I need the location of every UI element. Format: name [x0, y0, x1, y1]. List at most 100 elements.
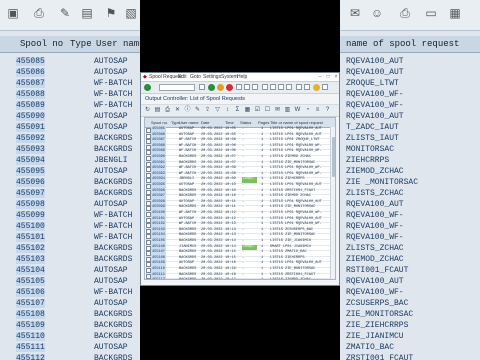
sap-logo-icon: ◆ [143, 74, 147, 80]
bg-spool-number: 455106 [16, 288, 45, 297]
spreadsheet-icon[interactable]: ▥ [284, 107, 291, 114]
background-row-right: ZLISTS_ZCHAC [340, 188, 480, 199]
mail-icon[interactable]: ✉ [274, 107, 281, 114]
print-icon[interactable]: ⎙ [164, 107, 171, 114]
bg-spool-number: 455103 [16, 255, 45, 264]
graphic-icon[interactable]: ◔ [304, 107, 311, 114]
background-row: 455110 BACKGRDS [0, 331, 140, 342]
col-user-name[interactable]: User name [179, 120, 199, 125]
bg-spool-number: 455095 [16, 167, 45, 176]
bg-spool-number: 455094 [16, 156, 45, 165]
table-row[interactable]: 455112 BACKGRDS 20.03.202210:17 - 1 LIST1S ZI… [145, 278, 335, 280]
sap-window: ◆ Spool Request Edit Goto Settings Syste… [140, 72, 340, 286]
filter-icon[interactable]: ▽ [214, 107, 221, 114]
menu-system[interactable]: System [221, 73, 238, 81]
bg-spool-title: ZROQUE_LTWT [346, 79, 399, 88]
menu-edit[interactable]: Edit [178, 73, 187, 81]
help-icon[interactable] [313, 84, 320, 91]
bg-user-name: BACKGRDS [94, 134, 133, 143]
col-date[interactable]: Date [201, 120, 209, 125]
col-title[interactable]: Title or name of spool request [270, 120, 323, 125]
background-row-right: RQEVA100_WF- [340, 89, 480, 100]
close-icon[interactable]: × [333, 74, 339, 80]
background-row: 455100 WF-BATCH [0, 221, 140, 232]
background-row-right: ZRSTI001_FCAUT [340, 353, 480, 360]
word-icon[interactable]: W [294, 107, 301, 114]
vertical-scrollbar[interactable] [330, 127, 335, 279]
bg-user-name: AUTOSAP [94, 68, 128, 77]
background-row-right: ZIEMOD_ZCHAC [340, 166, 480, 177]
bg-spool-title: ZLISTS_ZCHAC [346, 244, 404, 253]
bg-user-name: BACKGRDS [94, 321, 133, 330]
enter-icon[interactable] [144, 84, 151, 91]
bg-spool-title: RQEVA100_WF- [346, 222, 404, 231]
bg-spool-title: ZLISTS_ZCHAC [346, 189, 404, 198]
spool-number[interactable]: 455112 [151, 278, 166, 279]
row-select-checkbox[interactable] [146, 279, 151, 280]
col-spool-no[interactable]: Spool no. [151, 120, 168, 125]
background-row: 455092 BACKGRDS [0, 133, 140, 144]
background-row-right: RQEVA100_AUT [340, 276, 480, 287]
first-page-icon[interactable] [262, 84, 268, 90]
bg-spool-title: ZMATIO_BAC [346, 343, 395, 352]
background-row: 455085 AUTOSAP [0, 56, 140, 67]
mail-icon: ✉ [349, 6, 361, 20]
col-status[interactable]: Status [240, 120, 251, 125]
export-icon[interactable]: ⇪ [204, 107, 211, 114]
delete-icon[interactable]: ✕ [174, 107, 181, 114]
details-icon[interactable]: ⓘ [184, 107, 191, 114]
menu-spool-request[interactable]: Spool Request [149, 73, 182, 81]
background-row-right: RQEVA100_WF- [340, 221, 480, 232]
background-column-header-right: name of spool request [340, 36, 480, 53]
cancel-icon[interactable] [226, 84, 233, 91]
scrollbar-thumb[interactable] [331, 137, 335, 177]
background-row-right: ZIEMOD_ZCHAC [340, 254, 480, 265]
bg-col-spool: Spool no [20, 39, 64, 49]
date: 20.03.2022 [201, 278, 223, 279]
menu-settings[interactable]: Settings [203, 73, 221, 81]
next-page-icon[interactable] [278, 84, 284, 90]
time: 10:17 [225, 278, 236, 279]
background-row-right: ZMATIO_BAC [340, 342, 480, 353]
select-all-icon[interactable]: ☑ [254, 107, 261, 114]
col-pages[interactable]: Pages [258, 120, 269, 125]
new-session-icon[interactable] [296, 84, 302, 90]
bg-user-name: AUTOSAP [94, 57, 128, 66]
customize-icon[interactable] [322, 84, 328, 90]
last-page-icon[interactable] [286, 84, 292, 90]
minimize-icon[interactable]: – [317, 74, 323, 80]
command-field[interactable] [159, 84, 195, 91]
bg-spool-number: 455104 [16, 266, 45, 275]
info-icon[interactable]: ? [324, 107, 331, 114]
maximize-icon[interactable]: □ [325, 74, 331, 80]
display-icon[interactable]: ▤ [154, 107, 161, 114]
bg-user-name: WF-BATCH [94, 79, 133, 88]
bg-spool-title: RQEVA100_WF- [346, 211, 404, 220]
deselect-icon[interactable]: ☐ [264, 107, 271, 114]
find-next-icon[interactable] [252, 84, 258, 90]
background-row: 455107 AUTOSAP [0, 298, 140, 309]
background-row: 455090 AUTOSAP [0, 111, 140, 122]
sum-icon[interactable]: Σ [234, 107, 241, 114]
menu-help[interactable]: Help [237, 73, 247, 81]
background-row-right: RQEVA100_AUT [340, 111, 480, 122]
refresh-icon[interactable]: ↻ [144, 107, 151, 114]
page-title: Output Controller: List of Spool Request… [141, 94, 339, 105]
abc-icon[interactable]: ≡ [314, 107, 321, 114]
layout-icon[interactable]: ▦ [244, 107, 251, 114]
save-icon[interactable] [199, 84, 205, 90]
print-icon[interactable] [236, 84, 242, 90]
sort-icon[interactable]: ↕ [224, 107, 231, 114]
bg-user-name: WF-BATCH [94, 288, 133, 297]
menu-goto[interactable]: Goto [190, 73, 201, 81]
col-time[interactable]: Time [225, 120, 234, 125]
edit-icon[interactable]: ✎ [194, 107, 201, 114]
bg-spool-number: 455100 [16, 222, 45, 231]
shortcut-icon[interactable] [304, 84, 310, 90]
back-icon[interactable] [208, 84, 215, 91]
delete-icon: ▤ [81, 6, 93, 20]
find-icon[interactable] [244, 84, 250, 90]
bg-spool-title: ZIE _MONITORSAC [346, 178, 419, 187]
exit-icon[interactable] [217, 84, 224, 91]
previous-page-icon[interactable] [270, 84, 276, 90]
